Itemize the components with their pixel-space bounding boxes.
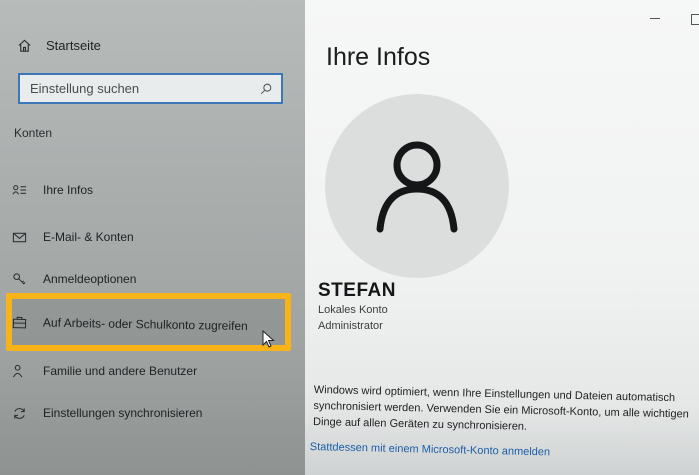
search-input[interactable] <box>28 80 259 97</box>
main-content: Ihre Infos STEFAN Lokales Konto Administ… <box>305 0 699 475</box>
sidebar-item-ihre-infos[interactable]: Ihre Infos <box>12 179 93 201</box>
person-list-icon <box>12 184 27 195</box>
username: STEFAN <box>318 280 396 301</box>
home-label: Startseite <box>46 38 101 53</box>
account-role: Administrator <box>318 320 383 332</box>
sidebar-item-familie[interactable]: Familie und andere Benutzer <box>12 360 197 382</box>
account-type: Lokales Konto <box>318 304 388 316</box>
home-link[interactable]: Startseite <box>17 38 101 53</box>
sidebar: Startseite Konten Ihre Infos E-Mail- & K… <box>0 0 305 475</box>
sync-icon <box>14 407 25 419</box>
sync-info-text: Windows wird optimiert, wenn Ihre Einste… <box>312 383 689 433</box>
search-icon[interactable] <box>259 82 273 96</box>
key-icon <box>13 272 26 285</box>
home-icon <box>18 39 31 52</box>
microsoft-account-link[interactable]: Stattdessen mit einem Microsoft-Konto an… <box>310 441 550 458</box>
sidebar-item-email-konten[interactable]: E-Mail- & Konten <box>12 226 134 248</box>
sidebar-item-synchronisieren[interactable]: Einstellungen synchronisieren <box>12 402 202 424</box>
mouse-cursor-icon <box>262 330 275 348</box>
family-icon <box>12 364 23 377</box>
search-box[interactable] <box>18 73 283 104</box>
sidebar-item-label: Einstellungen synchronisieren <box>43 406 203 420</box>
user-icon <box>376 141 458 233</box>
maximize-button[interactable] <box>691 14 699 25</box>
avatar[interactable] <box>325 94 509 278</box>
sidebar-item-label: Anmeldeoptionen <box>43 272 137 286</box>
sidebar-item-label: Ihre Infos <box>43 183 94 197</box>
minimize-button[interactable] <box>650 18 660 19</box>
section-title: Konten <box>14 126 53 140</box>
mail-icon <box>12 232 27 242</box>
page-title: Ihre Infos <box>326 43 431 71</box>
sidebar-item-anmeldeoptionen[interactable]: Anmeldeoptionen <box>12 268 136 290</box>
sidebar-item-label: E-Mail- & Konten <box>43 230 134 244</box>
highlight-box <box>6 293 291 351</box>
sidebar-item-label: Familie und andere Benutzer <box>43 364 198 378</box>
